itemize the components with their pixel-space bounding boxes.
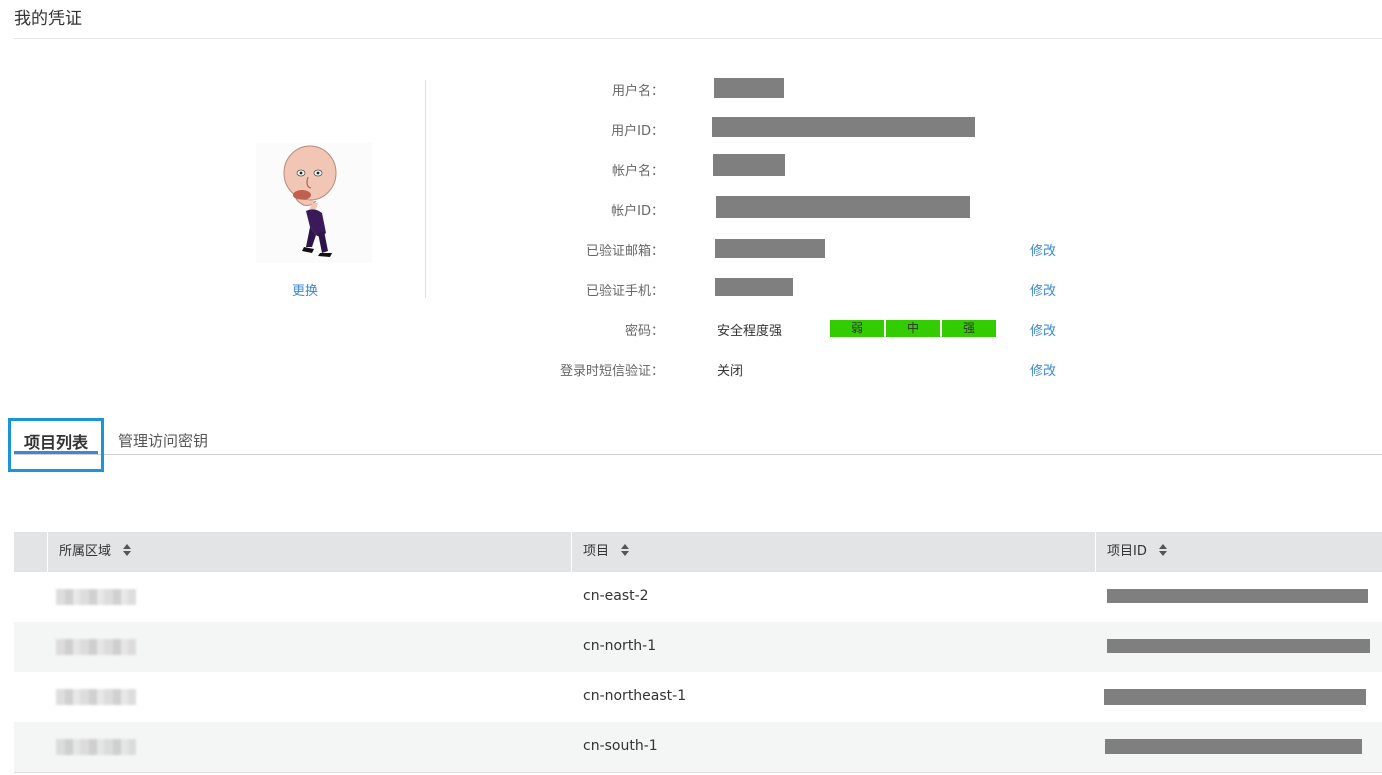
redacted-username [714, 78, 784, 98]
password-row: 密码： 安全程度强 弱 中 强 修改 [440, 320, 1140, 340]
page-title: 我的凭证 [14, 9, 82, 29]
account-id-label: 帐户ID： [611, 204, 664, 219]
title-divider [14, 38, 1382, 39]
project-name: cn-north-1 [583, 638, 657, 654]
redacted-account-id [716, 196, 970, 218]
column-header-region[interactable]: 所属区域 [59, 532, 132, 572]
redacted-email [715, 239, 825, 258]
table-row: cn-south-1 [14, 722, 1382, 772]
table-bottom-border [14, 772, 1382, 773]
header-separator [47, 532, 48, 572]
redacted-user-id [712, 117, 975, 137]
email-label: 已验证邮箱： [585, 244, 664, 259]
strength-strong: 强 [942, 320, 996, 337]
account-name-label: 帐户名： [611, 164, 664, 179]
sort-icon[interactable] [1158, 543, 1167, 556]
sort-icon[interactable] [621, 543, 630, 556]
phone-label: 已验证手机： [585, 284, 664, 299]
change-avatar-link[interactable]: 更换 [292, 280, 318, 299]
redacted-phone [715, 278, 793, 296]
password-label: 密码： [624, 324, 664, 339]
column-header-project-label: 项目 [583, 544, 610, 559]
username-label: 用户名： [611, 84, 664, 99]
sort-icon[interactable] [123, 543, 132, 556]
avatar [256, 143, 372, 263]
redacted-project-id [1107, 589, 1368, 603]
profile-divider [425, 80, 426, 298]
caricature-avatar-image [256, 143, 372, 263]
strength-medium: 中 [886, 320, 940, 337]
redacted-project-id [1104, 689, 1366, 705]
header-separator [571, 532, 572, 572]
account-name-row: 帐户名： [440, 154, 1140, 180]
table-row: cn-northeast-1 [14, 672, 1382, 722]
username-row: 用户名： [440, 78, 1140, 100]
tabs-divider [14, 454, 1382, 455]
redacted-project-id [1107, 639, 1370, 653]
sms-login-label: 登录时短信验证： [559, 364, 664, 379]
edit-email-link[interactable]: 修改 [1030, 240, 1056, 259]
column-header-project[interactable]: 项目 [583, 532, 630, 572]
project-name: cn-east-2 [583, 588, 649, 604]
user-id-label: 用户ID： [611, 124, 664, 139]
strength-weak: 弱 [830, 320, 884, 337]
project-name: cn-northeast-1 [583, 688, 687, 704]
redacted-region [56, 589, 136, 605]
redacted-account-name [713, 154, 785, 176]
password-strength-meter: 弱 中 强 [830, 320, 996, 337]
table-row: cn-east-2 [14, 572, 1382, 622]
redacted-region [56, 639, 136, 655]
column-header-project-id[interactable]: 项目ID [1107, 532, 1167, 572]
edit-sms-login-link[interactable]: 修改 [1030, 360, 1056, 379]
edit-password-link[interactable]: 修改 [1030, 320, 1056, 339]
redacted-region [56, 689, 136, 705]
sms-login-value: 关闭 [717, 364, 744, 379]
user-id-row: 用户ID： [440, 117, 1140, 140]
column-header-project-id-label: 项目ID [1107, 544, 1147, 559]
column-header-region-label: 所属区域 [59, 544, 112, 559]
edit-phone-link[interactable]: 修改 [1030, 280, 1056, 299]
sms-login-row: 登录时短信验证： 关闭 修改 [440, 360, 1140, 380]
redacted-region [56, 739, 136, 755]
table-header: 所属区域 项目 项目ID [14, 532, 1382, 572]
email-row: 已验证邮箱： 修改 [440, 239, 1140, 260]
password-strength-text: 安全程度强 [717, 324, 783, 339]
phone-row: 已验证手机： 修改 [440, 278, 1140, 300]
table-row: cn-north-1 [14, 622, 1382, 672]
tab-manage-access-keys[interactable]: 管理访问密钥 [118, 430, 208, 451]
account-id-row: 帐户ID： [440, 196, 1140, 220]
header-separator [1095, 532, 1096, 572]
redacted-project-id [1105, 739, 1362, 754]
annotation-highlight-box [8, 418, 104, 472]
project-name: cn-south-1 [583, 738, 658, 754]
